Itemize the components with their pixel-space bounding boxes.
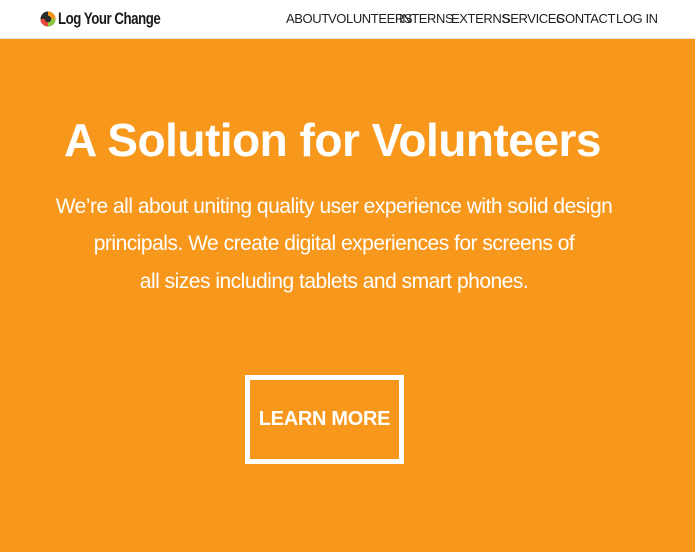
hero-description-line-1: We’re all about uniting quality user exp… bbox=[55, 195, 613, 218]
login-link[interactable]: LOG IN bbox=[616, 11, 658, 27]
hero-description-line-2: principals. We create digital experience… bbox=[93, 232, 575, 255]
nav-link-contact[interactable]: CONTACT bbox=[556, 11, 615, 27]
brand-name: Log Your Change bbox=[58, 9, 161, 28]
hero-description-line-3: all sizes including tablets and smart ph… bbox=[139, 270, 529, 293]
nav-link-interns[interactable]: INTERNS bbox=[399, 11, 454, 27]
learn-more-button[interactable]: LEARN MORE bbox=[245, 375, 404, 464]
hero-title: A Solution for Volunteers bbox=[64, 114, 601, 166]
swirl-globe-icon bbox=[40, 11, 56, 27]
page: Log Your Change ABOUT VOLUNTEERS INTERNS… bbox=[0, 0, 695, 552]
nav-link-about[interactable]: ABOUT bbox=[286, 11, 329, 27]
nav-link-externs[interactable]: EXTERNS bbox=[451, 11, 510, 27]
top-navbar: Log Your Change ABOUT VOLUNTEERS INTERNS… bbox=[0, 0, 695, 39]
nav-link-services[interactable]: SERVICES bbox=[502, 11, 565, 27]
brand-logo-link[interactable]: Log Your Change bbox=[40, 7, 189, 31]
